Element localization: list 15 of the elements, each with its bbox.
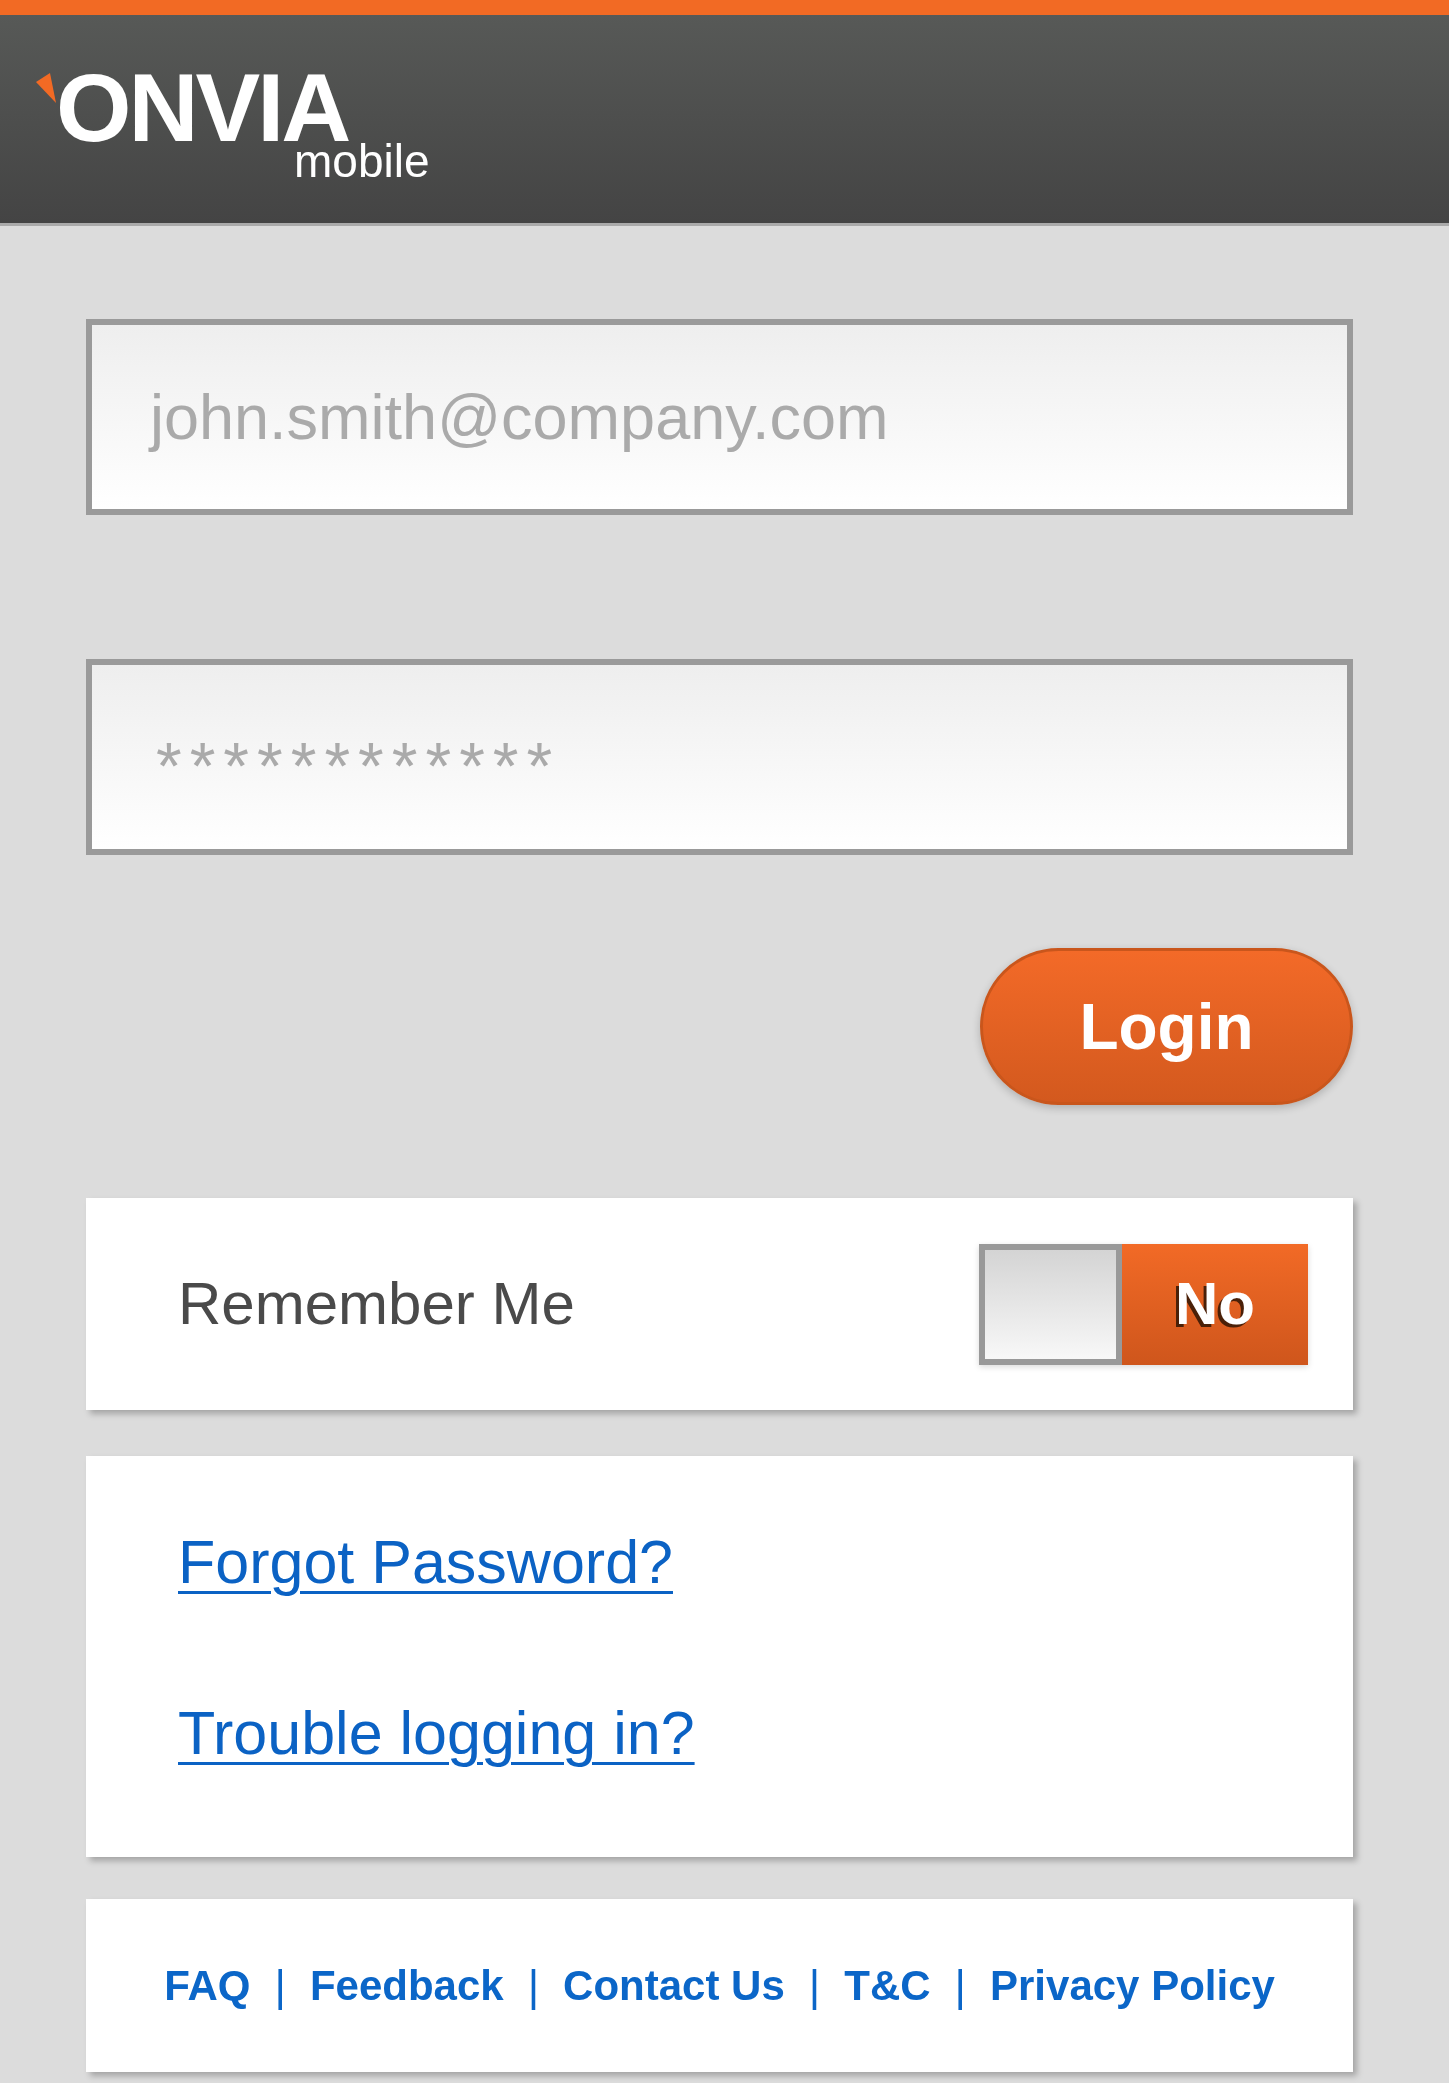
link-separator: | — [954, 1963, 966, 2008]
footer-link[interactable]: Privacy Policy — [990, 1964, 1275, 2007]
footer-link[interactable]: Contact Us — [563, 1964, 785, 2007]
link-separator: | — [808, 1963, 821, 2008]
footer-link[interactable]: T&C — [844, 1964, 931, 2007]
footer-link[interactable]: Feedback — [309, 1964, 504, 2007]
switch-thumb[interactable] — [979, 1243, 1122, 1365]
logo-wedge-icon — [36, 73, 56, 103]
password-field[interactable]: ************ — [86, 659, 1353, 855]
toggle-switch[interactable]: No — [979, 1243, 1308, 1365]
footer-link[interactable]: FAQ — [164, 1964, 251, 2007]
link-separator: | — [274, 1963, 286, 2008]
link-separator: | — [527, 1963, 540, 2008]
remember-me-label: Remember Me — [178, 1274, 575, 1334]
login-button[interactable]: Login — [980, 948, 1353, 1105]
